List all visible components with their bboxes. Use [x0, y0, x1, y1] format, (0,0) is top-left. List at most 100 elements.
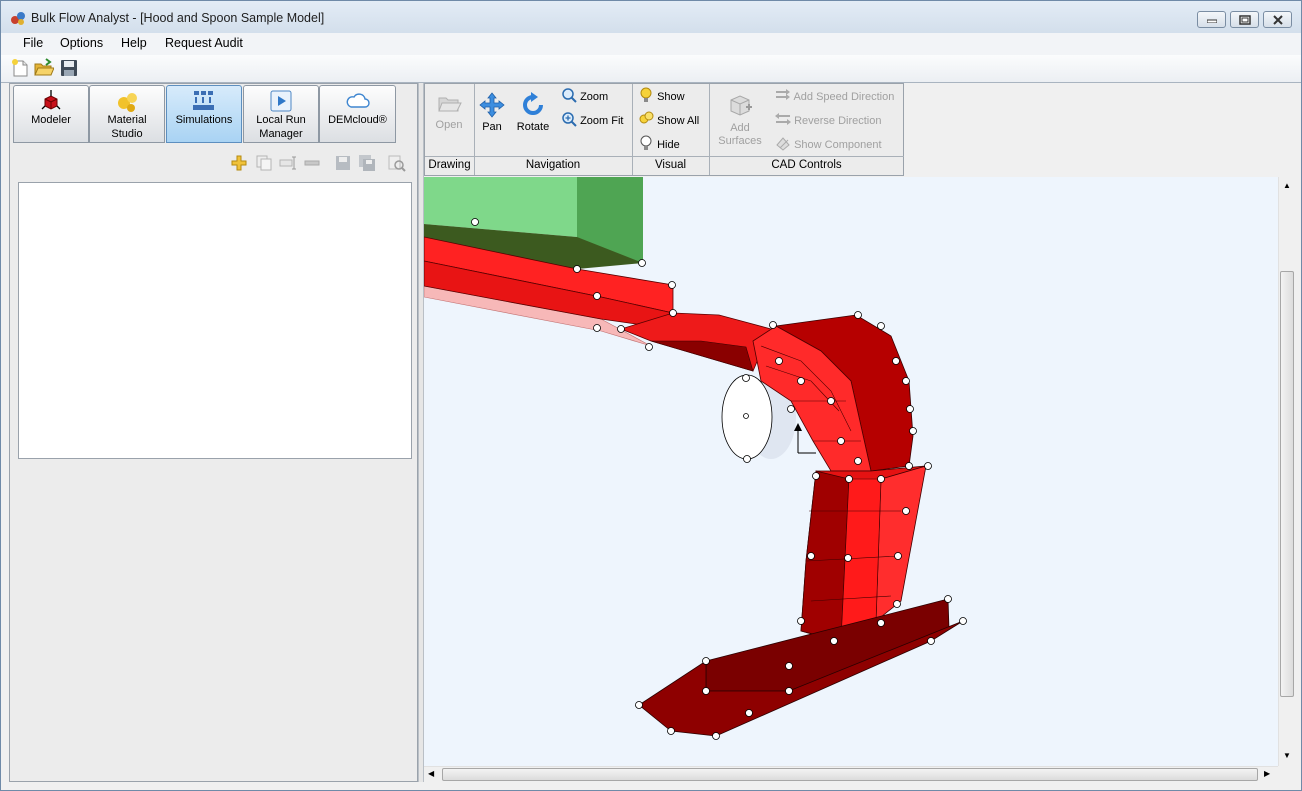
new-file-icon[interactable] [10, 58, 30, 78]
zoom-fit-label: Zoom Fit [580, 115, 624, 127]
ribbon-group-visual: Show Show All Hide Visual [632, 84, 710, 175]
tab-demcloud[interactable]: DEMcloud® [319, 85, 396, 143]
show-label: Show [657, 91, 685, 103]
simulation-list[interactable] [18, 182, 412, 459]
rotate-icon [523, 92, 543, 115]
save-icon[interactable] [334, 154, 352, 172]
ribbon-caption-visual: Visual [632, 156, 709, 175]
minimize-button[interactable] [1197, 11, 1226, 28]
menu-help[interactable]: Help [121, 36, 147, 50]
rotate-label: Rotate [516, 121, 550, 133]
hide-button[interactable]: Hide [638, 135, 680, 153]
left-panel: Modeler Material Studio Simulations Loca… [9, 83, 418, 782]
add-speed-direction-label: Add Speed Direction [793, 91, 895, 103]
ribbon-group-drawing: Open Drawing [425, 84, 475, 175]
show-button[interactable]: Show [638, 87, 685, 105]
open-button[interactable]: Open [427, 90, 471, 131]
tab-material-label-1: Material [107, 114, 147, 126]
app-logo-icon [10, 10, 26, 26]
zoom-icon [562, 88, 577, 103]
menu-options[interactable]: Options [60, 36, 103, 50]
horizontal-scroll-thumb[interactable] [442, 768, 1258, 781]
tab-local-run-label-2: Manager [259, 128, 303, 140]
zoom-button[interactable]: Zoom [561, 87, 608, 105]
add-surfaces-button[interactable]: Add Surfaces [713, 92, 767, 148]
show-all-button[interactable]: Show All [638, 111, 699, 129]
scroll-up-icon[interactable]: ▲ [1283, 181, 1291, 190]
open-folder-icon[interactable] [34, 58, 55, 78]
restore-button[interactable] [1230, 11, 1259, 28]
inspect-icon[interactable] [388, 154, 406, 172]
show-all-label: Show All [657, 115, 700, 127]
cloud-icon [346, 93, 370, 108]
ribbon-caption-drawing: Drawing [425, 156, 474, 175]
menu-file[interactable]: File [23, 36, 43, 50]
tab-material-label-2: Studio [111, 128, 143, 140]
copy-icon[interactable] [255, 154, 273, 172]
close-icon [1272, 14, 1283, 25]
vertical-scroll-thumb[interactable] [1280, 271, 1294, 697]
zoom-fit-button[interactable]: Zoom Fit [561, 111, 623, 129]
ribbon-caption-navigation: Navigation [474, 156, 632, 175]
title-bar[interactable]: Bulk Flow Analyst - [Hood and Spoon Samp… [1, 1, 1301, 35]
open-label: Open [435, 119, 463, 131]
pan-label: Pan [482, 121, 502, 133]
cad-model-render[interactable] [424, 177, 1278, 766]
modeler-icon [41, 90, 61, 110]
tab-simulations[interactable]: Simulations [166, 85, 242, 143]
ribbon-group-navigation: Pan Rotate Zoom Zoom Fit Navigation [474, 84, 633, 175]
scroll-left-icon[interactable]: ◀ [428, 769, 434, 778]
3d-viewport[interactable] [424, 177, 1278, 766]
minimize-icon [1206, 19, 1217, 23]
window-title: Bulk Flow Analyst - [Hood and Spoon Samp… [31, 11, 325, 25]
reverse-direction-button[interactable]: Reverse Direction [775, 111, 881, 129]
tab-modeler[interactable]: Modeler [13, 85, 89, 143]
pan-icon [479, 92, 505, 118]
scroll-right-icon[interactable]: ▶ [1264, 769, 1270, 778]
main-toolbar [1, 55, 1301, 83]
scroll-down-icon[interactable]: ▼ [1283, 751, 1291, 760]
speed-direction-icon [776, 89, 790, 100]
hide-label: Hide [657, 139, 680, 151]
add-icon[interactable] [230, 154, 248, 172]
vertical-scrollbar[interactable]: ▲ ▼ [1278, 177, 1295, 766]
material-icon [118, 93, 137, 112]
rename-icon[interactable] [279, 154, 297, 172]
tab-material-studio[interactable]: Material Studio [89, 85, 165, 143]
show-component-button[interactable]: Show Component [775, 135, 882, 153]
zoom-fit-icon [562, 112, 577, 127]
ribbon-caption-cad-controls: CAD Controls [709, 156, 904, 175]
tab-simulations-label: Simulations [175, 114, 233, 126]
save-all-icon[interactable] [358, 154, 376, 172]
menu-request-audit[interactable]: Request Audit [165, 36, 243, 50]
simulations-icon [193, 91, 214, 110]
add-speed-direction-button[interactable]: Add Speed Direction [775, 87, 894, 105]
horizontal-scrollbar[interactable]: ◀ ▶ [424, 766, 1278, 782]
rotate-button[interactable]: Rotate [513, 92, 553, 133]
reverse-direction-icon [775, 113, 791, 125]
lightbulbs-icon [639, 111, 654, 124]
lightbulb-on-icon [640, 87, 652, 102]
menu-bar: File Options Help Request Audit [1, 33, 1301, 55]
close-button[interactable] [1263, 11, 1292, 28]
scroll-corner [1278, 766, 1295, 782]
application-window: Bulk Flow Analyst - [Hood and Spoon Samp… [0, 0, 1302, 791]
pan-button[interactable]: Pan [478, 92, 506, 133]
show-component-icon [776, 137, 790, 151]
play-icon [270, 90, 292, 112]
show-component-label: Show Component [794, 139, 882, 151]
ribbon-toolbar: Open Drawing Pan Rotate Zoom Zoom Fit Na… [424, 83, 904, 176]
add-surfaces-icon [730, 95, 752, 116]
tab-local-run-label-1: Local Run [256, 114, 306, 126]
tab-modeler-label: Modeler [31, 114, 71, 126]
tab-demcloud-label: DEMcloud® [328, 114, 387, 126]
reverse-direction-label: Reverse Direction [794, 115, 882, 127]
open-folder-icon [438, 97, 462, 112]
add-surfaces-label-2: Surfaces [718, 135, 762, 147]
simulation-toolbar [224, 152, 416, 174]
ribbon-group-cad-controls: Add Surfaces Add Speed Direction Reverse… [709, 84, 904, 175]
restore-icon [1238, 14, 1251, 25]
remove-icon[interactable] [303, 154, 321, 172]
tab-local-run-manager[interactable]: Local Run Manager [243, 85, 319, 143]
save-icon[interactable] [59, 58, 79, 78]
